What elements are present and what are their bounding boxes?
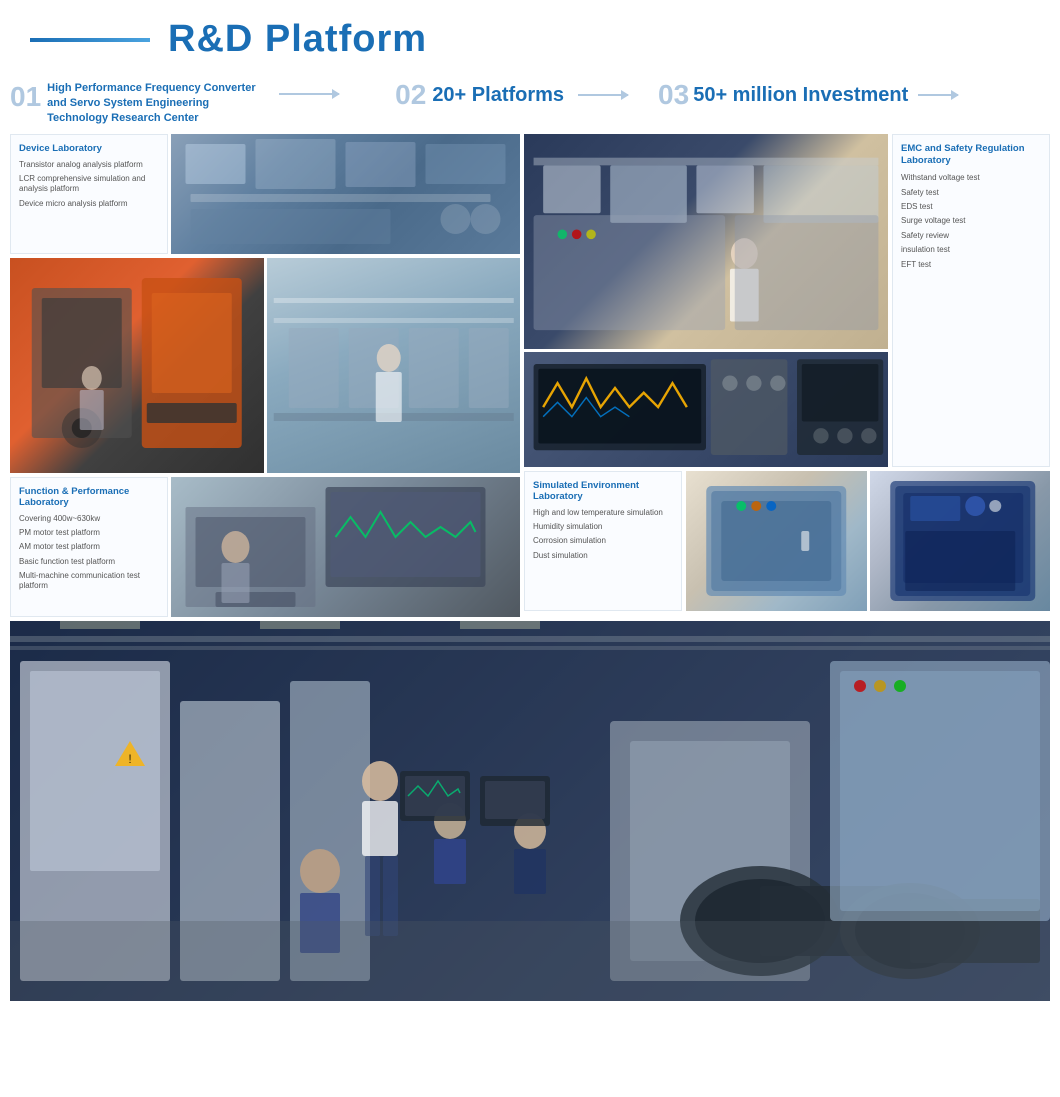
bottom-svg: ! [10, 621, 1050, 1001]
device-lab-svg [171, 134, 520, 254]
section-label-3: 03 50+ million Investment [658, 81, 958, 109]
lab-img-2-bg [10, 258, 264, 473]
func-lab-item-3: AM motor test platform [19, 542, 159, 552]
right-large-img-bg [524, 134, 888, 349]
section-num-3: 03 [658, 81, 689, 109]
left-column: Device Laboratory Transistor analog anal… [10, 134, 520, 617]
lab-img-3-svg [267, 258, 521, 473]
device-lab-title: Device Laboratory [19, 143, 159, 154]
sim-img-1-svg [686, 471, 867, 611]
emc-lab-title: EMC and Safety Regulation Laboratory [901, 143, 1041, 168]
section-num-1: 01 [10, 83, 41, 111]
page-title: R&D Platform [168, 18, 427, 61]
sim-env-image-1 [686, 471, 867, 611]
emc-item-4: Surge voltage test [901, 216, 1041, 226]
header-line-decoration [30, 38, 150, 42]
right-oscilloscope-image [524, 352, 888, 467]
section-arrow-3 [918, 94, 958, 96]
device-lab-item-2: LCR comprehensive simulation and analysi… [19, 174, 159, 195]
emc-item-2: Safety test [901, 188, 1041, 198]
lab-image-3 [267, 258, 521, 473]
page-header: R&D Platform [0, 0, 1060, 71]
device-lab-img-bg [171, 134, 520, 254]
section-labels-row: 01 High Performance Frequency Converter … [0, 71, 1060, 134]
sim-env-row: Simulated Environment Laboratory High an… [524, 471, 1050, 611]
device-lab-text: Device Laboratory Transistor analog anal… [10, 134, 168, 254]
sim-env-title: Simulated Environment Laboratory [533, 480, 673, 502]
emc-item-1: Withstand voltage test [901, 173, 1041, 183]
sim-env-image-2 [870, 471, 1051, 611]
right-osc-img-bg [524, 352, 888, 467]
sim-img-2-svg [870, 471, 1051, 611]
emc-item-3: EDS test [901, 202, 1041, 212]
lab-img-3-bg [267, 258, 521, 473]
top-right-images [524, 134, 888, 467]
emc-lab-text: EMC and Safety Regulation Laboratory Wit… [892, 134, 1050, 467]
section-arrow-2 [578, 94, 628, 96]
bottom-img-bg: ! [10, 621, 1050, 1001]
lab-image-2 [10, 258, 264, 473]
sim-env-text: Simulated Environment Laboratory High an… [524, 471, 682, 611]
func-lab-text: Function & Performance Laboratory Coveri… [10, 477, 168, 617]
section-text-3: 50+ million Investment [693, 84, 908, 107]
sim-img-1-bg [686, 471, 867, 611]
func-lab-item-5: Multi-machine communication test platfor… [19, 571, 159, 592]
top-right-section: EMC and Safety Regulation Laboratory Wit… [524, 134, 1050, 467]
section-label-1: 01 High Performance Frequency Converter … [10, 81, 345, 126]
lab-img-2-svg [10, 258, 264, 473]
func-lab-title: Function & Performance Laboratory [19, 486, 159, 508]
device-lab-image [171, 134, 520, 254]
sim-item-4: Dust simulation [533, 551, 673, 561]
right-osc-svg [524, 352, 888, 467]
sim-img-2-bg [870, 471, 1051, 611]
section-text-1: High Performance Frequency Converter and… [47, 81, 267, 126]
func-lab-image [171, 477, 520, 617]
device-lab-item-1: Transistor analog analysis platform [19, 160, 159, 170]
sim-item-1: High and low temperature simulation [533, 508, 673, 518]
svg-text:!: ! [128, 752, 131, 766]
func-lab-img-bg [171, 477, 520, 617]
right-large-svg [524, 134, 888, 349]
func-lab-item-1: Covering 400w~630kw [19, 514, 159, 524]
emc-item-7: EFT test [901, 260, 1041, 270]
bottom-full-image: ! [10, 621, 1050, 1001]
sim-item-2: Humidity simulation [533, 522, 673, 532]
right-column: EMC and Safety Regulation Laboratory Wit… [524, 134, 1050, 617]
section-text-2: 20+ Platforms [432, 84, 564, 107]
func-lab-svg [171, 477, 520, 617]
emc-item-6: insulation test [901, 245, 1041, 255]
section-num-2: 02 [395, 81, 426, 109]
section-label-2: 02 20+ Platforms [395, 81, 628, 109]
func-lab-item-4: Basic function test platform [19, 557, 159, 567]
main-content-grid: Device Laboratory Transistor analog anal… [0, 134, 1060, 617]
section-arrow-1 [279, 93, 339, 95]
sim-env-images [686, 471, 1050, 611]
func-lab-row: Function & Performance Laboratory Coveri… [10, 477, 520, 617]
emc-item-5: Safety review [901, 231, 1041, 241]
two-images-row [10, 258, 520, 473]
sim-item-3: Corrosion simulation [533, 536, 673, 546]
right-large-image [524, 134, 888, 349]
func-lab-item-2: PM motor test platform [19, 528, 159, 538]
device-lab-row: Device Laboratory Transistor analog anal… [10, 134, 520, 254]
device-lab-item-3: Device micro analysis platform [19, 199, 159, 209]
